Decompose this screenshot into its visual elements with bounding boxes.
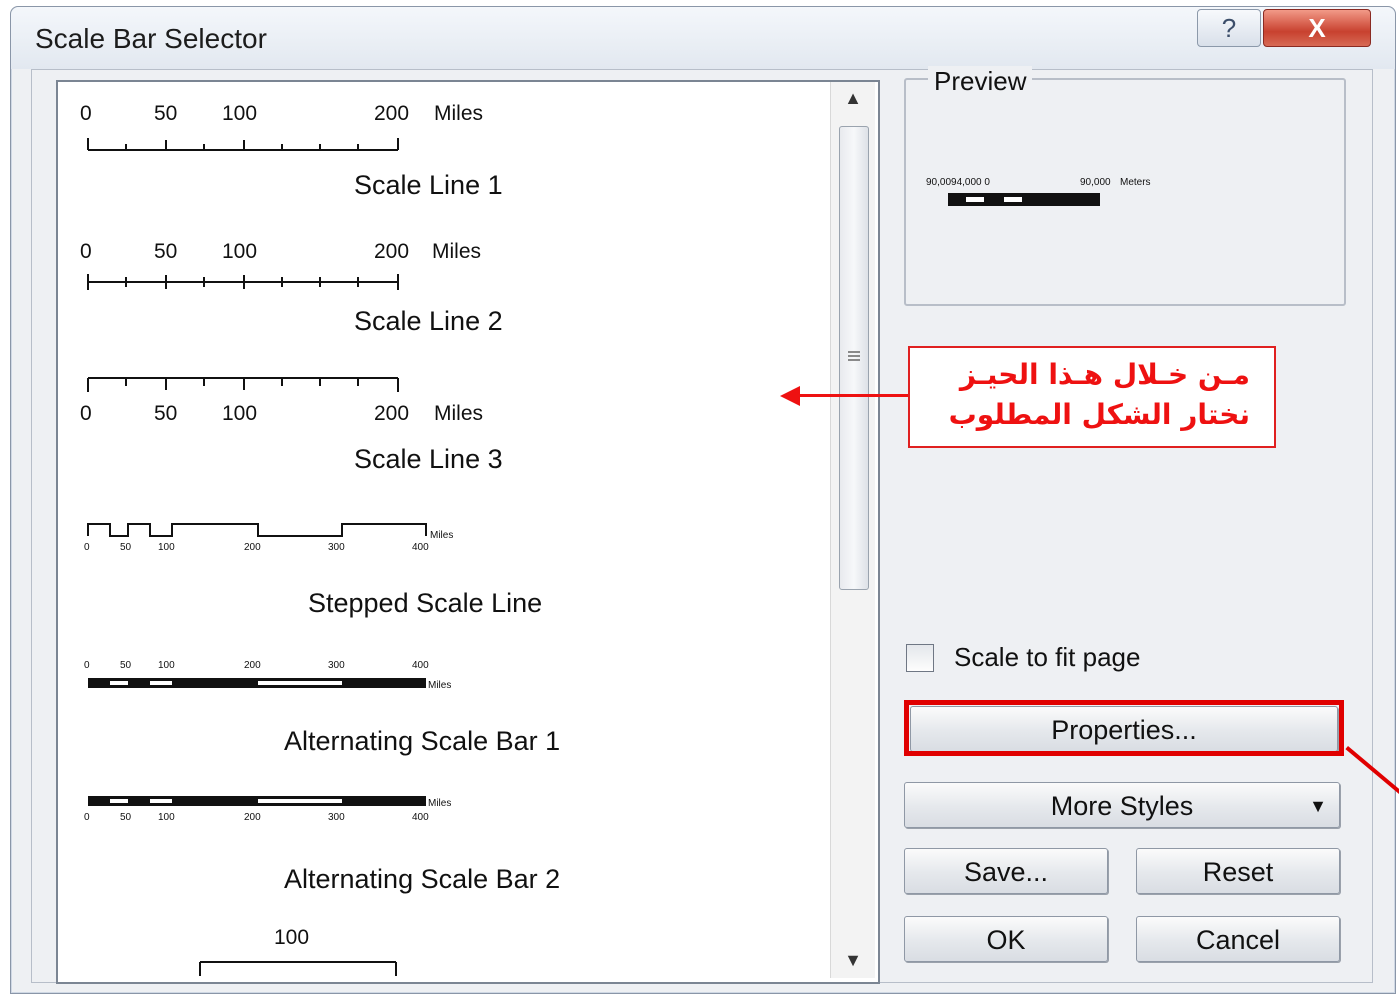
tick-label: 0 — [80, 402, 92, 425]
tick-label: 300 — [328, 660, 345, 671]
unit-label: Miles — [428, 680, 451, 691]
tick-label: 200 — [374, 240, 409, 263]
tick-label: 50 — [154, 240, 177, 263]
more-styles-button[interactable]: More Styles ▼ — [904, 782, 1340, 828]
ok-button[interactable]: OK — [904, 916, 1108, 962]
grip-icon — [848, 351, 860, 361]
tick-label: 0 — [84, 812, 90, 823]
properties-highlight-box — [904, 700, 1344, 756]
tick-label: 400 — [412, 660, 429, 671]
tick-label: 50 — [154, 402, 177, 425]
annotation-line-2: نختار الشكل المطلوب — [948, 398, 1250, 431]
alternating-scale-bar-1-graphic: 0 50 100 200 300 400 Miles — [84, 660, 451, 691]
unit-label: Miles — [434, 102, 483, 125]
scroll-thumb[interactable] — [839, 126, 869, 590]
scale-bar-partial-graphic: 100 — [199, 926, 397, 976]
tick-label: 400 — [412, 812, 429, 823]
unit-label: Miles — [434, 402, 483, 425]
tick-label: 300 — [328, 542, 345, 553]
close-button[interactable]: X — [1263, 9, 1371, 47]
tick-label: 200 — [374, 402, 409, 425]
preview-unit-label: Meters — [1120, 177, 1151, 188]
annotation-line-1: مـن خـلال هـذا الحيـز — [959, 358, 1250, 391]
annotation-arrow — [792, 394, 908, 397]
tick-label: 0 — [80, 102, 92, 125]
scale-to-fit-checkbox[interactable] — [906, 644, 934, 672]
reset-button[interactable]: Reset — [1136, 848, 1340, 894]
tick-label: 100 — [222, 240, 257, 263]
preview-group: 90,0094,000 0 90,000 Meters — [904, 78, 1346, 306]
tick-label: 100 — [274, 926, 309, 949]
tick-label: 200 — [374, 102, 409, 125]
unit-label: Miles — [428, 798, 451, 809]
tick-label: 200 — [244, 542, 261, 553]
tick-label: 100 — [222, 102, 257, 125]
style-name: Alternating Scale Bar 1 — [284, 726, 561, 756]
tick-label: 100 — [222, 402, 257, 425]
tick-label: 50 — [120, 542, 132, 553]
preview-left-ticks: 90,0094,000 0 — [926, 177, 990, 188]
alternating-scale-bar-2-graphic: Miles 0 50 100 200 300 400 — [84, 796, 451, 823]
title-bar[interactable]: Scale Bar Selector ? X — [11, 7, 1395, 69]
preview-right-ticks: 90,000 — [1080, 177, 1111, 188]
annotation-callout: مـن خـلال هـذا الحيـز نختار الشكل المطلو… — [908, 346, 1276, 448]
preview-label: Preview — [928, 66, 1033, 97]
list-scrollbar[interactable]: ▲ ▼ — [830, 82, 875, 978]
tick-label: 0 — [84, 542, 90, 553]
unit-label: Miles — [430, 530, 453, 541]
more-styles-label: More Styles — [1050, 791, 1194, 821]
help-button[interactable]: ? — [1197, 9, 1261, 47]
preview-scale-bar: 90,0094,000 0 90,000 Meters — [926, 177, 1151, 206]
scroll-down-arrow-icon[interactable]: ▼ — [841, 950, 865, 970]
dropdown-arrow-icon: ▼ — [1309, 796, 1327, 816]
tick-label: 100 — [158, 542, 175, 553]
tick-label: 0 — [84, 660, 90, 671]
stepped-scale-line-graphic: 0 50 100 200 300 400 Miles — [84, 523, 453, 553]
scale-line-2-graphic: 0 50 100 200 Miles — [80, 240, 481, 290]
scale-bar-style-list[interactable]: 0 50 100 200 Miles Scale Line 1 0 50 100… — [56, 80, 880, 984]
style-name: Stepped Scale Line — [308, 588, 543, 618]
tick-label: 50 — [120, 660, 132, 671]
tick-label: 0 — [80, 240, 92, 263]
tick-label: 100 — [158, 660, 175, 671]
tick-label: 50 — [120, 812, 132, 823]
tick-label: 100 — [158, 812, 175, 823]
cancel-button[interactable]: Cancel — [1136, 916, 1340, 962]
scroll-up-arrow-icon[interactable]: ▲ — [841, 88, 865, 108]
tick-label: 300 — [328, 812, 345, 823]
tick-label: 400 — [412, 542, 429, 553]
dialog-title: Scale Bar Selector — [35, 23, 267, 54]
style-name: Scale Line 2 — [354, 306, 503, 336]
style-list-items: 0 50 100 200 Miles Scale Line 1 0 50 100… — [58, 82, 828, 982]
style-name: Scale Line 1 — [354, 170, 503, 200]
save-button[interactable]: Save... — [904, 848, 1108, 894]
scale-to-fit-label: Scale to fit page — [954, 642, 1141, 672]
tick-label: 200 — [244, 812, 261, 823]
unit-label: Miles — [432, 240, 481, 263]
scale-line-1-graphic: 0 50 100 200 Miles — [80, 102, 483, 151]
tick-label: 50 — [154, 102, 177, 125]
style-name: Alternating Scale Bar 2 — [284, 864, 561, 894]
scale-line-3-graphic: 0 50 100 200 Miles — [80, 377, 483, 425]
arrow-left-icon — [780, 386, 800, 406]
tick-label: 200 — [244, 660, 261, 671]
style-name: Scale Line 3 — [354, 444, 503, 474]
